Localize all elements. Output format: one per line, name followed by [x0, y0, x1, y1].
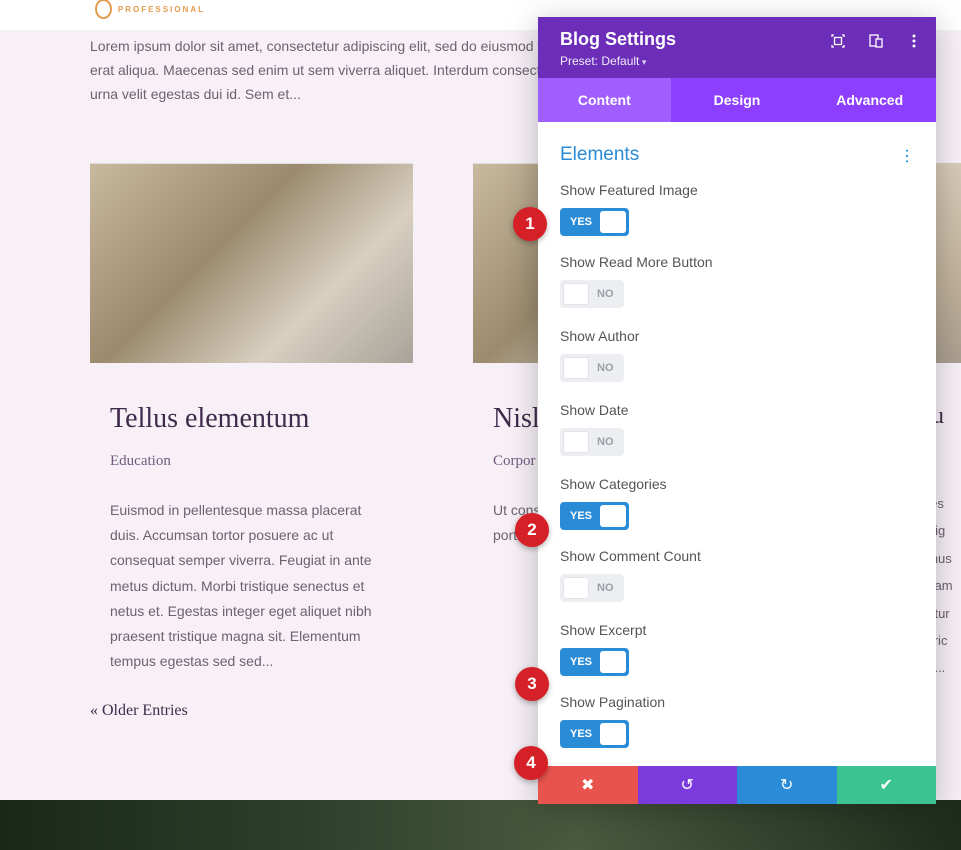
toggle-show-read-more[interactable]: NO: [560, 280, 624, 308]
check-icon: ✔: [880, 775, 893, 795]
annotation-marker-4: 4: [514, 746, 548, 780]
option-label: Show Date: [560, 402, 914, 418]
logo-text: PROFESSIONAL: [118, 5, 205, 14]
expand-icon[interactable]: [830, 33, 846, 49]
toggle-show-pagination[interactable]: YES: [560, 720, 629, 748]
option-label: Show Featured Image: [560, 182, 914, 198]
toggle-knob: [600, 651, 626, 673]
toggle-knob: [600, 723, 626, 745]
undo-icon: ↺: [681, 775, 694, 795]
kebab-menu-icon[interactable]: [906, 33, 922, 49]
redo-button[interactable]: ↻: [737, 766, 837, 804]
toggle-knob: [600, 505, 626, 527]
option-label: Show Author: [560, 328, 914, 344]
post-excerpt: Euismod in pellentesque massa placerat d…: [110, 498, 413, 674]
logo-swirl-icon: [95, 0, 112, 19]
toggle-show-author[interactable]: NO: [560, 354, 624, 382]
save-button[interactable]: ✔: [837, 766, 937, 804]
older-entries-link[interactable]: « Older Entries: [90, 702, 188, 720]
undo-button[interactable]: ↺: [638, 766, 738, 804]
toggle-knob: [563, 431, 589, 453]
option-label: Show Excerpt: [560, 622, 914, 638]
post-title[interactable]: Tellus elementum: [110, 403, 413, 435]
toggle-knob: [563, 577, 589, 599]
site-logo: PROFESSIONAL: [95, 0, 205, 18]
annotation-marker-2: 2: [515, 513, 549, 547]
option-label: Show Pagination: [560, 694, 914, 710]
tab-advanced[interactable]: Advanced: [803, 78, 936, 122]
toggle-show-comment-count[interactable]: NO: [560, 574, 624, 602]
tab-design[interactable]: Design: [671, 78, 804, 122]
panel-footer: ✖ ↺ ↻ ✔: [538, 766, 936, 804]
toggle-show-featured-image[interactable]: YES: [560, 208, 629, 236]
annotation-marker-3: 3: [515, 667, 549, 701]
toggle-show-excerpt[interactable]: YES: [560, 648, 629, 676]
cancel-button[interactable]: ✖: [538, 766, 638, 804]
option-label: Show Read More Button: [560, 254, 914, 270]
blog-card: Tellus elementum Education Euismod in pe…: [90, 163, 413, 674]
toggle-knob: [563, 283, 589, 305]
option-label: Show Categories: [560, 476, 914, 492]
toggle-knob: [600, 211, 626, 233]
featured-image: [90, 163, 413, 363]
section-menu-icon[interactable]: ⋯: [897, 148, 917, 162]
preset-dropdown[interactable]: Preset: Default: [560, 54, 918, 68]
post-category[interactable]: Education: [110, 453, 413, 470]
option-label: Show Comment Count: [560, 548, 914, 564]
annotation-marker-1: 1: [513, 207, 547, 241]
close-icon: ✖: [581, 775, 594, 795]
footer-hero-image: [0, 800, 961, 850]
tab-content[interactable]: Content: [538, 78, 671, 122]
panel-header[interactable]: Blog Settings Preset: Default: [538, 17, 936, 78]
panel-tabs: Content Design Advanced: [538, 78, 936, 122]
toggle-show-date[interactable]: NO: [560, 428, 624, 456]
section-title[interactable]: Elements: [560, 144, 639, 166]
toggle-knob: [563, 357, 589, 379]
blog-settings-panel: Blog Settings Preset: Default Content De…: [538, 17, 936, 804]
responsive-view-icon[interactable]: [868, 33, 884, 49]
toggle-show-categories[interactable]: YES: [560, 502, 629, 530]
redo-icon: ↻: [780, 775, 793, 795]
elements-section: Elements ⋯ Show Featured Image YES Show …: [538, 122, 936, 766]
